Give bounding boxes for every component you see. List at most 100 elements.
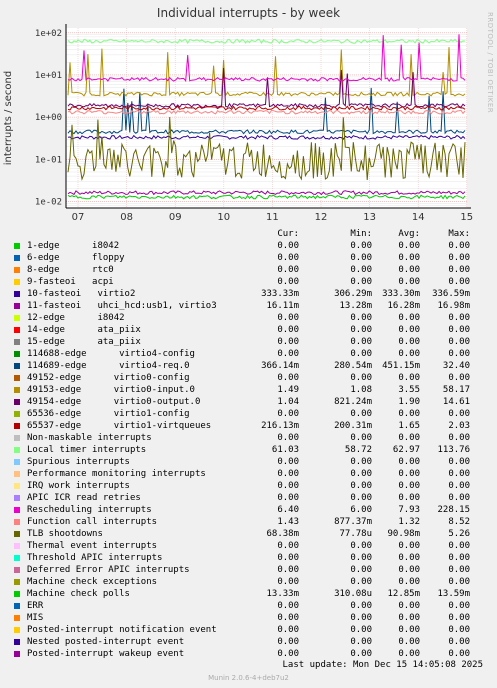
legend-value: 0.00 — [277, 541, 299, 551]
legend-value: 0.00 — [277, 373, 299, 383]
legend-row: Non-maskable interrupts 0.00 0.00 0.00 0.00 — [14, 432, 484, 444]
legend-value: 0.00 — [448, 637, 470, 647]
legend-swatch — [14, 531, 20, 537]
legend-swatch — [14, 483, 20, 489]
legend-value: 113.76 — [437, 445, 470, 455]
legend-value: 2.03 — [448, 421, 470, 431]
legend-row: 8-edge rtc0 0.00 0.00 0.00 0.00 — [14, 264, 484, 276]
legend-value: 0.00 — [448, 601, 470, 611]
legend-series-name: 1-edge i8042 — [27, 241, 120, 251]
legend-swatch — [14, 459, 20, 465]
legend-series-name: 114688-edge virtio4-config — [27, 349, 195, 359]
legend-swatch — [14, 591, 20, 597]
legend-row: 6-edge floppy 0.00 0.00 0.00 0.00 — [14, 252, 484, 264]
x-tick-label: 12 — [315, 212, 328, 223]
legend-swatch — [14, 315, 20, 321]
legend-swatch — [14, 435, 20, 441]
legend-row: 11-fasteoi uhci_hcd:usb1, virtio3 16.11m 1… — [14, 300, 484, 312]
legend-series-name: Performance monitoring interrupts — [27, 469, 206, 479]
legend-value: 0.00 — [448, 349, 470, 359]
legend-header-cur: Cur: — [277, 229, 299, 239]
legend-series-name: 14-edge ata_piix — [27, 325, 141, 335]
legend-row: Machine check polls 13.33m 310.08u 12.85m 13… — [14, 588, 484, 600]
legend-row: Local timer interrupts 61.03 58.72 62.97 113… — [14, 444, 484, 456]
legend-series-name: 9-fasteoi acpi — [27, 277, 114, 287]
legend-series-name: 49154-edge virtio0-output.0 — [27, 397, 201, 407]
x-tick-label: 07 — [72, 212, 85, 223]
legend-value: 1.04 — [277, 397, 299, 407]
legend-value: 228.15 — [437, 505, 470, 515]
legend-series-name: Posted-interrupt notification event — [27, 625, 217, 635]
legend-series-name: 15-edge ata_piix — [27, 337, 141, 347]
legend-row: Posted-interrupt notification event 0.00 0… — [14, 624, 484, 636]
legend-series-name: Threshold APIC interrupts — [27, 553, 163, 563]
legend-swatch — [14, 615, 20, 621]
legend-swatch — [14, 327, 20, 333]
legend-swatch — [14, 363, 20, 369]
x-tick-label: 11 — [266, 212, 279, 223]
legend-series-name: Machine check polls — [27, 589, 130, 599]
legend-value: 0.00 — [277, 649, 299, 659]
y-tick-label: 1e+00 — [35, 113, 62, 123]
legend-value: 0.00 — [448, 313, 470, 323]
legend-series-name: Posted-interrupt wakeup event — [27, 649, 185, 659]
munin-version: Munin 2.0.6-4+deb7u2 — [208, 674, 289, 682]
legend-value: 0.00 — [277, 325, 299, 335]
legend-row: MIS 0.00 0.00 0.00 0.00 — [14, 612, 484, 624]
legend-series-name: ERR — [27, 601, 44, 611]
legend-series-name: Machine check exceptions — [27, 577, 158, 587]
legend-swatch — [14, 279, 20, 285]
legend-value: 0.00 — [277, 349, 299, 359]
legend-value: 1.43 — [277, 517, 299, 527]
legend-value: 0.00 — [448, 553, 470, 563]
legend-series-name: TLB shootdowns — [27, 529, 103, 539]
legend-swatch — [14, 399, 20, 405]
legend-value: 0.00 — [448, 481, 470, 491]
legend-row: Deferred Error APIC interrupts 0.00 0.00 0.… — [14, 564, 484, 576]
legend-swatch — [14, 507, 20, 513]
legend-row: 49153-edge virtio0-input.0 1.49 1.08 3.55 58… — [14, 384, 484, 396]
legend-value: 0.00 — [277, 265, 299, 275]
legend-series-name: 11-fasteoi uhci_hcd:usb1, virtio3 — [27, 301, 217, 311]
legend-swatch — [14, 567, 20, 573]
legend-row: Threshold APIC interrupts 0.00 0.00 0.00 0.0… — [14, 552, 484, 564]
legend-value: 0.00 — [448, 277, 470, 287]
legend-series-name: 6-edge floppy — [27, 253, 125, 263]
legend-row: 9-fasteoi acpi 0.00 0.00 0.00 0.00 — [14, 276, 484, 288]
legend-value: 0.00 — [277, 241, 299, 251]
legend-value: 0.00 — [448, 493, 470, 503]
legend-series-name: Deferred Error APIC interrupts — [27, 565, 190, 575]
legend-row: Nested posted-interrupt event 0.00 0.00 0.0… — [14, 636, 484, 648]
legend-swatch — [14, 555, 20, 561]
legend-value: 16.98m — [437, 301, 470, 311]
x-tick-label: 08 — [120, 212, 133, 223]
legend-row: 1-edge i8042 0.00 0.00 0.00 0.00 — [14, 240, 484, 252]
legend-series-name: 49153-edge virtio0-input.0 — [27, 385, 195, 395]
legend-swatch — [14, 291, 20, 297]
legend-series-name: Thermal event interrupts — [27, 541, 158, 551]
x-tick-label: 15 — [460, 212, 473, 223]
legend-row: 65537-edge virtio1-virtqueues 216.13m 200.… — [14, 420, 484, 432]
legend-swatch — [14, 375, 20, 381]
legend-series-name: 8-edge rtc0 — [27, 265, 114, 275]
legend-swatch — [14, 603, 20, 609]
legend-value: 0.00 — [277, 277, 299, 287]
legend-value: 0.00 — [448, 337, 470, 347]
legend-value: 0.00 — [448, 613, 470, 623]
legend-row: Function call interrupts 1.43 877.37m 1.32 8… — [14, 516, 484, 528]
legend-row: 14-edge ata_piix 0.00 0.00 0.00 0.00 — [14, 324, 484, 336]
legend-row: 114689-edge virtio4-req.0 366.14m 280.54m 4… — [14, 360, 484, 372]
legend-value: 0.00 — [448, 409, 470, 419]
legend-series-name: Nested posted-interrupt event — [27, 637, 185, 647]
y-tick-label: 1e+01 — [35, 71, 62, 81]
legend-swatch — [14, 627, 20, 633]
legend-row: 114688-edge virtio4-config 0.00 0.00 0.00 0.… — [14, 348, 484, 360]
legend-row: Machine check exceptions 0.00 0.00 0.00 0.00 — [14, 576, 484, 588]
legend-value: 14.61 — [442, 397, 470, 407]
legend-value: 0.00 — [277, 625, 299, 635]
legend-series-name: 114689-edge virtio4-req.0 — [27, 361, 190, 371]
legend-value: 0.00 — [448, 241, 470, 251]
legend-value: 0.00 — [448, 577, 470, 587]
legend-series-name: Spurious interrupts — [27, 457, 130, 467]
legend-value: 1.49 — [277, 385, 299, 395]
